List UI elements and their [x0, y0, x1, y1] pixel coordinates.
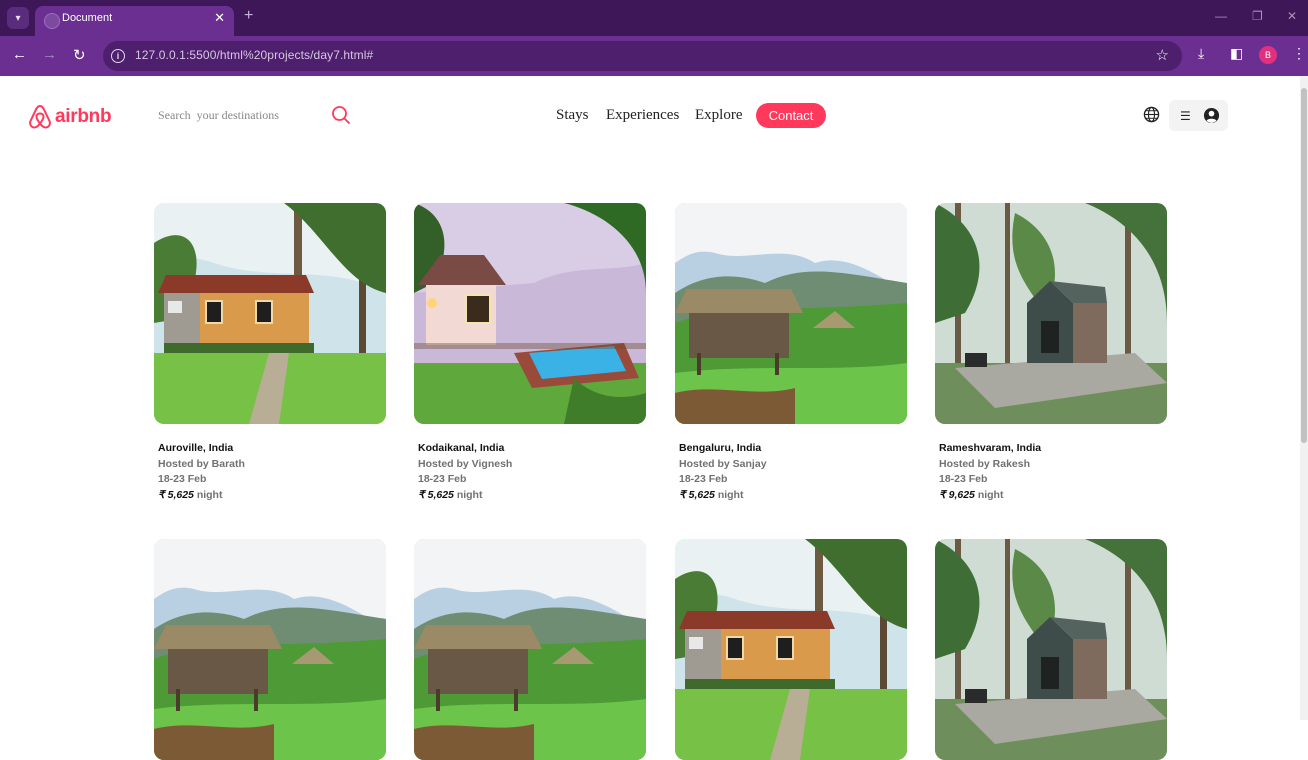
listing-price-line: ₹ 5,625 night	[158, 488, 386, 504]
listing-currency: ₹	[939, 488, 946, 501]
tab-close-icon[interactable]: ✕	[214, 10, 225, 26]
search-input[interactable]	[158, 106, 298, 124]
listing-currency: ₹	[158, 488, 165, 501]
listing-host: Hosted by Sanjay	[679, 457, 767, 470]
page-content: airbnb Stays Experiences Explore Contact…	[0, 76, 1300, 760]
listing-card[interactable]: Auroville, India Hosted by Barath 18-23 Fe…	[154, 203, 386, 503]
listing-photo[interactable]	[154, 203, 386, 424]
listing-currency: ₹	[679, 488, 686, 501]
listing-price: 9,625	[948, 488, 975, 501]
listing-info: Rameshvaram, India Hosted by Rakesh 18-23 …	[935, 424, 1167, 503]
listing-card[interactable]	[935, 539, 1167, 760]
profile-avatar[interactable]: B	[1259, 46, 1277, 64]
listing-dates: 18-23 Feb	[418, 473, 467, 485]
new-tab-icon[interactable]: +	[244, 7, 253, 25]
address-bar[interactable]: i 127.0.0.1:5500/html%20projects/day7.ht…	[103, 41, 1182, 71]
listing-info: Kodaikanal, India Hosted by Vignesh 18-23 …	[414, 424, 646, 503]
address-url[interactable]: 127.0.0.1:5500/html%20projects/day7.html…	[135, 48, 373, 62]
listing-price-unit: night	[456, 488, 483, 501]
listing-photo[interactable]	[935, 203, 1167, 424]
listing-card[interactable]: Kodaikanal, India Hosted by Vignesh 18-23 …	[414, 203, 646, 503]
listing-price-unit: night	[977, 488, 1004, 501]
listing-dates: 18-23 Feb	[939, 473, 988, 485]
user-menu-button[interactable]: ☰	[1169, 100, 1228, 131]
listing-host: Hosted by Vignesh	[418, 457, 513, 470]
listing-location: Bengaluru, India	[679, 442, 762, 454]
listing-card[interactable]	[675, 539, 907, 760]
bookmark-star-icon[interactable]: ☆	[1156, 46, 1169, 64]
tab-title: Document	[62, 12, 113, 24]
listing-info: Bengaluru, India Hosted by Sanjay 18-23 Fe…	[675, 424, 907, 503]
listing-photo[interactable]	[414, 539, 646, 760]
scrollbar-thumb[interactable]	[1301, 88, 1307, 443]
nav-stays[interactable]: Stays	[556, 107, 589, 124]
listing-location: Auroville, India	[158, 442, 234, 454]
logo-text: airbnb	[55, 106, 112, 127]
minimize-icon[interactable]: —	[1215, 9, 1227, 23]
tab-search-button[interactable]: ▾	[7, 7, 29, 29]
listing-currency: ₹	[418, 488, 425, 501]
listing-card[interactable]	[414, 539, 646, 760]
listing-price: 5,625	[167, 488, 194, 501]
back-icon[interactable]: ←	[12, 46, 27, 63]
listing-location: Rameshvaram, India	[939, 442, 1042, 454]
listing-info: Auroville, India Hosted by Barath 18-23 Fe…	[154, 424, 386, 503]
listing-price-unit: night	[717, 488, 744, 501]
listing-photo[interactable]	[935, 539, 1167, 760]
browser-menu-icon[interactable]: ⋮	[1292, 45, 1306, 62]
browser-tab[interactable]: Document ✕	[35, 6, 234, 36]
listing-price: 5,625	[427, 488, 454, 501]
listing-price-unit: night	[196, 488, 223, 501]
listing-host: Hosted by Barath	[158, 457, 245, 470]
airbnb-logo-icon	[29, 105, 51, 129]
listing-price-line: ₹ 9,625 night	[939, 488, 1167, 504]
airbnb-logo[interactable]: airbnb	[27, 103, 112, 131]
nav-explore[interactable]: Explore	[695, 107, 742, 124]
listing-card[interactable]: Rameshvaram, India Hosted by Rakesh 18-23 …	[935, 203, 1167, 503]
nav-experiences[interactable]: Experiences	[606, 107, 679, 124]
page-scrollbar[interactable]	[1300, 76, 1308, 720]
listing-card[interactable]: Bengaluru, India Hosted by Sanjay 18-23 Fe…	[675, 203, 907, 503]
listing-card[interactable]	[154, 539, 386, 760]
side-panel-icon[interactable]: ◧	[1230, 45, 1243, 62]
tab-favicon-icon	[44, 13, 60, 29]
listing-dates: 18-23 Feb	[679, 473, 728, 485]
listing-photo[interactable]	[154, 539, 386, 760]
listing-price-line: ₹ 5,625 night	[679, 488, 907, 504]
reload-icon[interactable]: ↻	[73, 46, 86, 64]
download-icon[interactable]: ⤓	[1198, 45, 1204, 62]
listing-photo[interactable]	[675, 539, 907, 760]
window-close-icon[interactable]: ✕	[1287, 9, 1297, 23]
listing-photo[interactable]	[414, 203, 646, 424]
listing-photo[interactable]	[675, 203, 907, 424]
listing-host: Hosted by Rakesh	[939, 457, 1031, 470]
search-icon[interactable]	[331, 105, 351, 125]
site-info-icon[interactable]: i	[111, 49, 125, 63]
globe-icon[interactable]	[1143, 106, 1160, 123]
contact-button[interactable]: Contact	[756, 103, 826, 128]
browser-tab-strip: ▾ Document ✕ + — ❐ ✕	[0, 0, 1308, 36]
listing-price: 5,625	[688, 488, 715, 501]
user-account-icon	[1203, 107, 1220, 124]
restore-icon[interactable]: ❐	[1252, 9, 1263, 23]
listing-price-line: ₹ 5,625 night	[418, 488, 646, 504]
listing-location: Kodaikanal, India	[418, 442, 505, 454]
forward-icon[interactable]: →	[42, 46, 57, 63]
listing-dates: 18-23 Feb	[158, 473, 207, 485]
browser-toolbar: ← → ↻ i 127.0.0.1:5500/html%20projects/d…	[0, 36, 1308, 76]
hamburger-menu-icon: ☰	[1180, 109, 1191, 123]
